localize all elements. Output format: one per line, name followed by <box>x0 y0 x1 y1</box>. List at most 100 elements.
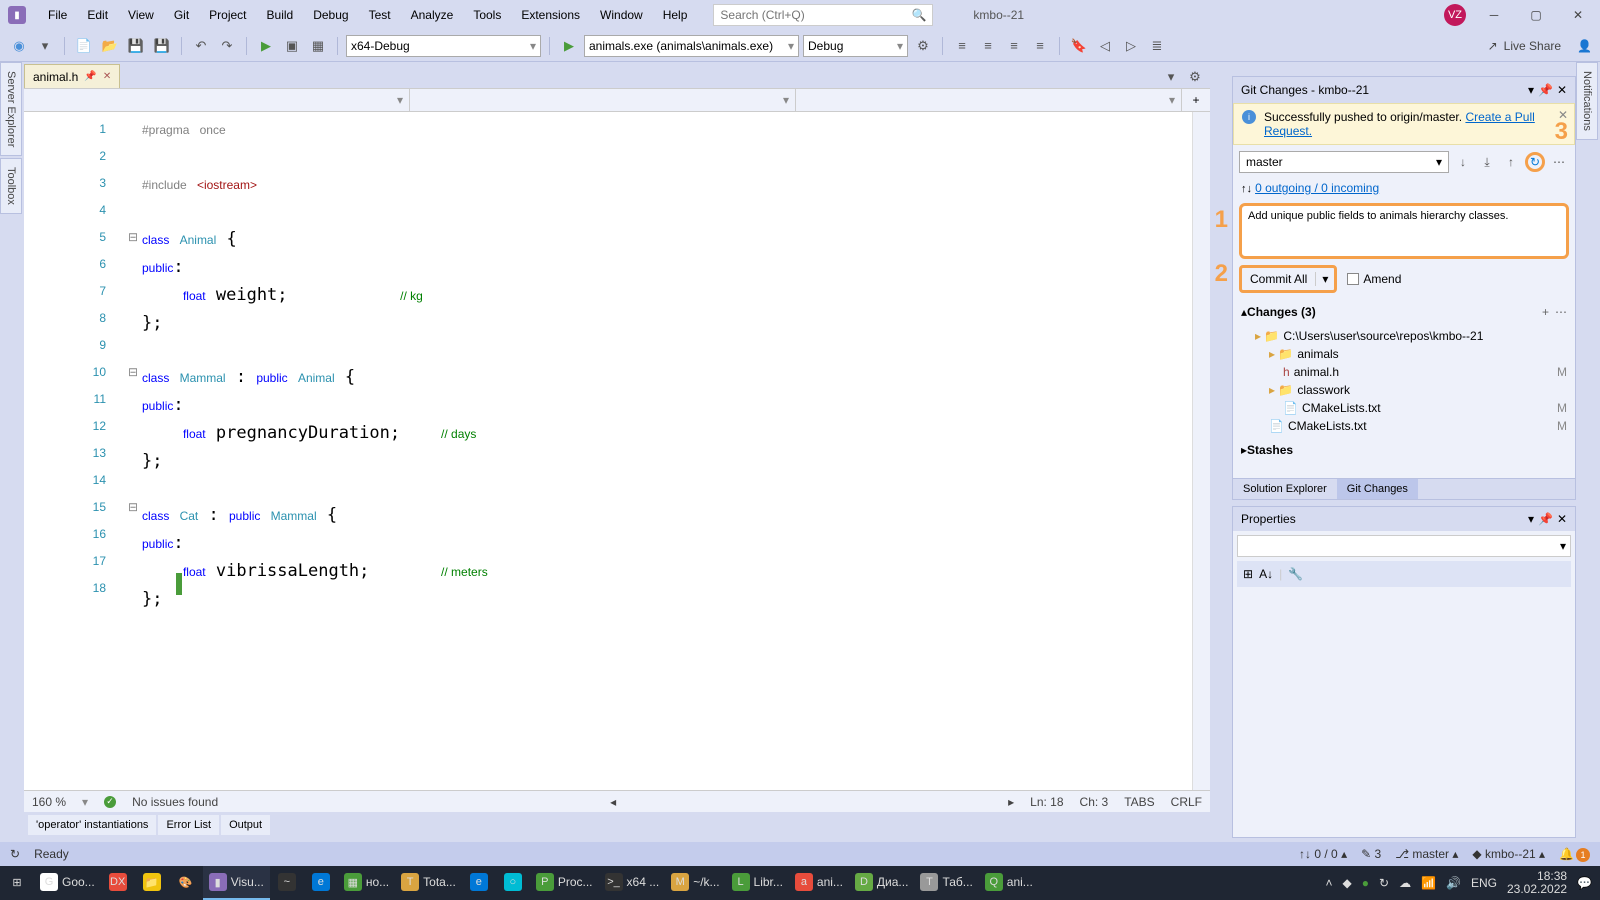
repo-indicator[interactable]: ◆ kmbo--21 ▴ <box>1472 847 1545 861</box>
taskbar-item[interactable]: Qani... <box>979 866 1039 900</box>
panel-tab[interactable]: Solution Explorer <box>1233 479 1337 499</box>
pin-icon[interactable]: 📌 <box>84 71 96 82</box>
menu-build[interactable]: Build <box>257 2 304 28</box>
member-selector[interactable]: ▾ <box>796 89 1182 111</box>
save-icon[interactable]: 💾 <box>125 35 147 57</box>
taskbar-item[interactable]: ▮Visu... <box>203 866 270 900</box>
stashes-header[interactable]: ▸ Stashes <box>1233 437 1575 463</box>
pending-link[interactable]: 0 outgoing / 0 incoming <box>1255 181 1379 195</box>
scope-selector[interactable]: ▾ <box>24 89 410 111</box>
user-avatar[interactable]: VZ <box>1444 4 1466 26</box>
redo-icon[interactable]: ↷ <box>216 35 238 57</box>
taskbar-item[interactable]: PProc... <box>530 866 599 900</box>
open-icon[interactable]: 📂 <box>99 35 121 57</box>
stop-icon[interactable]: ▣ <box>281 35 303 57</box>
taskbar-item[interactable]: 🎨 <box>169 866 203 900</box>
code-editor[interactable]: 123456789101112131415161718 ⊟⊟⊟ #pragma … <box>24 112 1210 790</box>
new-icon[interactable]: 📄 <box>73 35 95 57</box>
tray-cloud-icon[interactable]: ☁ <box>1399 876 1411 890</box>
tray-clock[interactable]: 18:3823.02.2022 <box>1507 870 1567 896</box>
menu-file[interactable]: File <box>38 2 77 28</box>
categorize-icon[interactable]: ⊞ <box>1243 567 1253 581</box>
tray-lang[interactable]: ENG <box>1471 876 1497 890</box>
tray-notification-icon[interactable]: 💬 <box>1577 876 1592 890</box>
menu-project[interactable]: Project <box>199 2 256 28</box>
config-selector[interactable]: x64-Debug▾ <box>346 35 541 57</box>
taskbar-item[interactable]: DДиа... <box>849 866 915 900</box>
tree-item[interactable]: 📄 CMakeLists.txtM <box>1241 417 1567 435</box>
forward-icon[interactable]: ▾ <box>34 35 56 57</box>
split-icon[interactable]: + <box>1182 89 1210 111</box>
taskbar-item[interactable]: TТаб... <box>914 866 978 900</box>
changes-more-icon[interactable]: ⋯ <box>1555 305 1567 319</box>
tray-shield-icon[interactable]: ● <box>1362 876 1369 890</box>
sync-icon[interactable]: ↻ <box>10 847 20 861</box>
menu-analyze[interactable]: Analyze <box>401 2 464 28</box>
notifications-count[interactable]: 🔔1 <box>1559 847 1590 862</box>
props-close-icon[interactable]: ✕ <box>1557 512 1567 526</box>
outdent-icon[interactable]: ≡ <box>977 35 999 57</box>
search-box[interactable]: 🔍 <box>713 4 933 26</box>
vertical-scrollbar[interactable] <box>1192 112 1210 790</box>
taskbar-item[interactable]: ▦но... <box>338 866 395 900</box>
alphabetize-icon[interactable]: A↓ <box>1259 567 1273 581</box>
panel-tab[interactable]: Git Changes <box>1337 479 1418 499</box>
changes-header[interactable]: ▴ Changes (3) +⋯ <box>1233 299 1575 325</box>
tool-icon[interactable]: ⚙ <box>912 35 934 57</box>
commit-dropdown-icon[interactable]: ▾ <box>1315 272 1334 286</box>
feedback-icon[interactable]: 👤 <box>1577 39 1592 53</box>
commit-all-button[interactable]: Commit All▾ <box>1239 265 1337 293</box>
menu-debug[interactable]: Debug <box>303 2 358 28</box>
menu-edit[interactable]: Edit <box>77 2 118 28</box>
bookmark-icon[interactable]: 🔖 <box>1068 35 1090 57</box>
indent-icon[interactable]: ≡ <box>951 35 973 57</box>
panel-close-icon[interactable]: ✕ <box>1557 83 1567 97</box>
taskbar-item[interactable]: ○ <box>496 866 530 900</box>
step-icon[interactable]: ▦ <box>307 35 329 57</box>
file-tab-animal-h[interactable]: animal.h 📌 ✕ <box>24 64 120 88</box>
menu-test[interactable]: Test <box>359 2 401 28</box>
tree-item[interactable]: ▸ 📁 classwork <box>1241 381 1567 399</box>
props-dropdown-icon[interactable]: ▾ <box>1528 512 1534 526</box>
stage-all-icon[interactable]: + <box>1542 305 1549 319</box>
taskbar-item[interactable]: LLibr... <box>726 866 789 900</box>
taskbar-item[interactable]: GGoo... <box>34 866 101 900</box>
taskbar-item[interactable]: >_x64 ... <box>599 866 666 900</box>
code-content[interactable]: #pragma once #include <iostream> class A… <box>142 112 1192 790</box>
output-tab[interactable]: Output <box>221 815 270 835</box>
tray-volume-icon[interactable]: 🔊 <box>1446 876 1461 890</box>
more-icon[interactable]: ⋯ <box>1549 152 1569 172</box>
panel-dropdown-icon[interactable]: ▾ <box>1528 83 1534 97</box>
comment-icon[interactable]: ≡ <box>1003 35 1025 57</box>
branch-selector[interactable]: master▾ <box>1239 151 1449 173</box>
notifications-tab[interactable]: Notifications <box>1576 62 1598 140</box>
menu-git[interactable]: Git <box>164 2 199 28</box>
menu-view[interactable]: View <box>118 2 164 28</box>
tray-sync-icon[interactable]: ↻ <box>1379 876 1389 890</box>
tray-up-icon[interactable]: ˄ <box>1326 876 1333 890</box>
changes-count[interactable]: ✎ 3 <box>1361 847 1381 861</box>
menu-extensions[interactable]: Extensions <box>511 2 590 28</box>
wrench-icon[interactable]: 🔧 <box>1288 567 1303 581</box>
close-tab-icon[interactable]: ✕ <box>103 71 111 82</box>
output-tab[interactable]: Error List <box>158 815 219 835</box>
pull-icon[interactable]: ⤓ <box>1477 152 1497 172</box>
tree-item[interactable]: h animal.hM <box>1241 363 1567 381</box>
bookmark-next-icon[interactable]: ▷ <box>1120 35 1142 57</box>
tray-app-icon[interactable]: ◆ <box>1343 876 1352 890</box>
taskbar-item[interactable]: DX <box>101 866 135 900</box>
taskbar-item[interactable]: aani... <box>789 866 849 900</box>
bookmark-prev-icon[interactable]: ◁ <box>1094 35 1116 57</box>
search-input[interactable] <box>720 8 911 22</box>
commit-message-input[interactable]: Add unique public fields to animals hier… <box>1239 203 1569 259</box>
maximize-button[interactable]: ▢ <box>1522 4 1550 26</box>
taskbar-item[interactable]: e <box>304 866 338 900</box>
tab-dropdown-icon[interactable]: ▾ <box>1160 66 1182 88</box>
sync-icon[interactable]: ↻ <box>1525 152 1545 172</box>
minimize-button[interactable]: ─ <box>1480 4 1508 26</box>
back-icon[interactable]: ◉ <box>8 35 30 57</box>
tree-item[interactable]: 📄 CMakeLists.txtM <box>1241 399 1567 417</box>
amend-checkbox[interactable]: Amend <box>1347 272 1401 286</box>
props-pin-icon[interactable]: 📌 <box>1538 512 1553 526</box>
debug-selector[interactable]: Debug▾ <box>803 35 908 57</box>
